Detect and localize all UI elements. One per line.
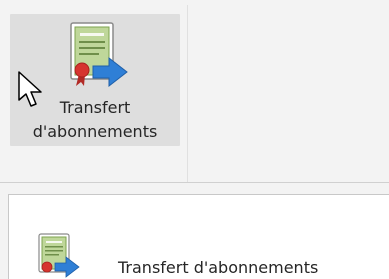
certificate-transfer-icon: [38, 233, 80, 278]
menu-item-label: Transfert d'abonnements: [118, 258, 319, 277]
dropdown-menu: Transfert d'abonnements: [8, 194, 389, 279]
ribbon-panel: Transfert d'abonnements: [0, 0, 389, 183]
mouse-pointer-icon: [18, 71, 42, 107]
certificate-transfer-icon: [70, 22, 128, 88]
button-label-line2: d'abonnements: [32, 122, 158, 141]
ribbon-bottom-border: [0, 182, 389, 183]
menu-item-transfer-subscriptions[interactable]: Transfert d'abonnements: [10, 196, 388, 278]
ribbon-group-separator: [187, 5, 188, 183]
